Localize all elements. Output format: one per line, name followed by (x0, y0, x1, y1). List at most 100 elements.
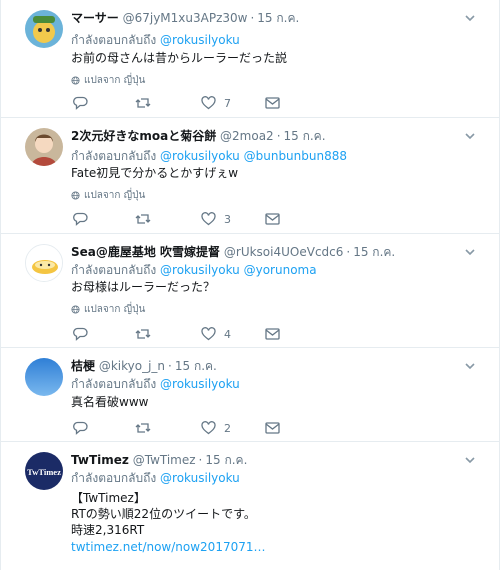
globe-icon (71, 305, 80, 314)
message-button[interactable] (265, 326, 280, 342)
chevron-down-icon[interactable] (463, 453, 477, 467)
message-button[interactable] (265, 211, 280, 227)
chevron-down-icon[interactable] (463, 11, 477, 25)
display-name[interactable]: 2次元好きなmoaと菊谷餅 (71, 129, 216, 143)
tweet-time[interactable]: 15 ก.ค. (284, 129, 326, 143)
tweet-time[interactable]: 15 ก.ค. (175, 359, 217, 373)
tweet-time[interactable]: 15 ก.ค. (257, 11, 299, 25)
mention-link[interactable]: @rokusilyoku (160, 33, 240, 47)
chevron-down-icon[interactable] (463, 359, 477, 373)
reply-prefix: กำลังตอบกลับถึง (71, 33, 157, 47)
like-button[interactable]: 7 (201, 95, 231, 111)
retweet-icon (135, 214, 151, 224)
tweet-text-line: 時速2,316RT (71, 523, 145, 537)
message-button[interactable] (265, 95, 280, 111)
reply-context: กำลังตอบกลับถึง @rokusilyoku (71, 376, 240, 392)
like-count: 4 (224, 327, 231, 341)
reply-button[interactable] (73, 326, 88, 342)
tweet-text: お母様はルーラーだった？ (71, 280, 216, 294)
user-handle[interactable]: @TwTimez (133, 453, 196, 467)
message-button[interactable] (265, 420, 280, 436)
user-handle[interactable]: @67jyM1xu3APz30w (123, 11, 248, 25)
tweet-3[interactable]: Sea@鹿屋基地 吹雪嫁提督 @rUksoi4UOeVcdc6 · 15 ก.ค. … (1, 234, 499, 348)
tweet-header: TwTimez @TwTimez · 15 ก.ค. (71, 453, 248, 467)
tweet-5[interactable]: TwTimez TwTimez @TwTimez · 15 ก.ค. กำลังตอ… (1, 442, 499, 570)
heart-icon (201, 212, 216, 226)
retweet-icon (135, 98, 151, 108)
like-count: 2 (224, 421, 231, 435)
avatar[interactable]: TwTimez (25, 452, 63, 490)
retweet-icon (135, 329, 151, 339)
retweet-button[interactable] (135, 326, 151, 342)
tweet-2[interactable]: 2次元好きなmoaと菊谷餅 @2moa2 · 15 ก.ค. กำลังตอบกลั… (1, 118, 499, 234)
tweet-text: お前の母さんは昔からルーラーだった説 (71, 51, 288, 65)
envelope-icon (265, 213, 280, 225)
tweet-time[interactable]: 15 ก.ค. (205, 453, 247, 467)
translate-label: แปลจาก ญี่ปุ่น (84, 304, 146, 315)
mention-link[interactable]: @rokusilyoku (160, 471, 240, 485)
tweet-link[interactable]: twtimez.net/now/now2017071… (71, 539, 266, 556)
like-count: 3 (224, 212, 231, 226)
user-handle[interactable]: @kikyo_j_n (99, 359, 165, 373)
globe-icon (71, 76, 80, 85)
tweet-text-line: RTの勢い順22位のツイートです。 (71, 507, 256, 521)
chevron-down-icon[interactable] (463, 129, 477, 143)
retweet-button[interactable] (135, 211, 151, 227)
reply-prefix: กำลังตอบกลับถึง (71, 471, 157, 485)
reply-prefix: กำลังตอบกลับถึง (71, 377, 157, 391)
translate-label: แปลจาก ญี่ปุ่น (84, 75, 146, 86)
mention-link[interactable]: @rokusilyoku (160, 149, 240, 163)
retweet-icon (135, 423, 151, 433)
tweet-header: 2次元好きなmoaと菊谷餅 @2moa2 · 15 ก.ค. (71, 129, 326, 143)
mention-link[interactable]: @yorunoma (244, 263, 317, 277)
reply-button[interactable] (73, 211, 88, 227)
tweet-actions: 4 (73, 326, 283, 342)
retweet-button[interactable] (135, 95, 151, 111)
like-button[interactable]: 2 (201, 420, 231, 436)
reply-context: กำลังตอบกลับถึง @rokusilyoku (71, 470, 240, 486)
reply-context: กำลังตอบกลับถึง @rokusilyoku @bunbunbun8… (71, 148, 347, 164)
like-count: 7 (224, 96, 231, 110)
avatar-text: TwTimez (27, 467, 61, 477)
display-name[interactable]: TwTimez (71, 453, 129, 467)
tweet-4[interactable]: 桔梗 @kikyo_j_n · 15 ก.ค. กำลังตอบกลับถึง @r… (1, 348, 499, 442)
tweet-text: 真名看破www (71, 395, 149, 409)
translate-link[interactable]: แปลจาก ญี่ปุ่น (71, 302, 145, 317)
heart-icon (201, 327, 216, 341)
tweet-header: 桔梗 @kikyo_j_n · 15 ก.ค. (71, 359, 217, 373)
tweet-1[interactable]: マーサー @67jyM1xu3APz30w · 15 ก.ค. กำลังตอบกล… (1, 0, 499, 118)
tweet-header: マーサー @67jyM1xu3APz30w · 15 ก.ค. (71, 11, 300, 25)
tweet-time[interactable]: 15 ก.ค. (353, 245, 395, 259)
avatar[interactable] (25, 358, 63, 396)
reply-icon (73, 327, 88, 341)
mention-link[interactable]: @rokusilyoku (160, 377, 240, 391)
mention-link[interactable]: @bunbunbun888 (244, 149, 347, 163)
like-button[interactable]: 3 (201, 211, 231, 227)
avatar[interactable] (25, 10, 63, 48)
display-name[interactable]: 桔梗 (71, 359, 95, 373)
translate-label: แปลจาก ญี่ปุ่น (84, 190, 146, 201)
reply-button[interactable] (73, 420, 88, 436)
tweet-actions: 3 (73, 211, 283, 227)
display-name[interactable]: マーサー (71, 11, 119, 25)
envelope-icon (265, 97, 280, 109)
user-handle[interactable]: @rUksoi4UOeVcdc6 (224, 245, 344, 259)
like-button[interactable]: 4 (201, 326, 231, 342)
tweet-text: Fate初見で分かるとかすげぇw (71, 166, 239, 180)
user-handle[interactable]: @2moa2 (220, 129, 274, 143)
heart-icon (201, 421, 216, 435)
display-name[interactable]: Sea@鹿屋基地 吹雪嫁提督 (71, 245, 220, 259)
tweet-header: Sea@鹿屋基地 吹雪嫁提督 @rUksoi4UOeVcdc6 · 15 ก.ค. (71, 245, 396, 259)
avatar[interactable] (25, 128, 63, 166)
tweet-actions: 7 (73, 95, 283, 111)
chevron-down-icon[interactable] (463, 245, 477, 259)
envelope-icon (265, 422, 280, 434)
mention-link[interactable]: @rokusilyoku (160, 263, 240, 277)
reply-button[interactable] (73, 95, 88, 111)
avatar[interactable] (25, 244, 63, 282)
reply-prefix: กำลังตอบกลับถึง (71, 149, 157, 163)
retweet-button[interactable] (135, 420, 151, 436)
translate-link[interactable]: แปลจาก ญี่ปุ่น (71, 73, 145, 88)
translate-link[interactable]: แปลจาก ญี่ปุ่น (71, 188, 145, 203)
reply-icon (73, 212, 88, 226)
